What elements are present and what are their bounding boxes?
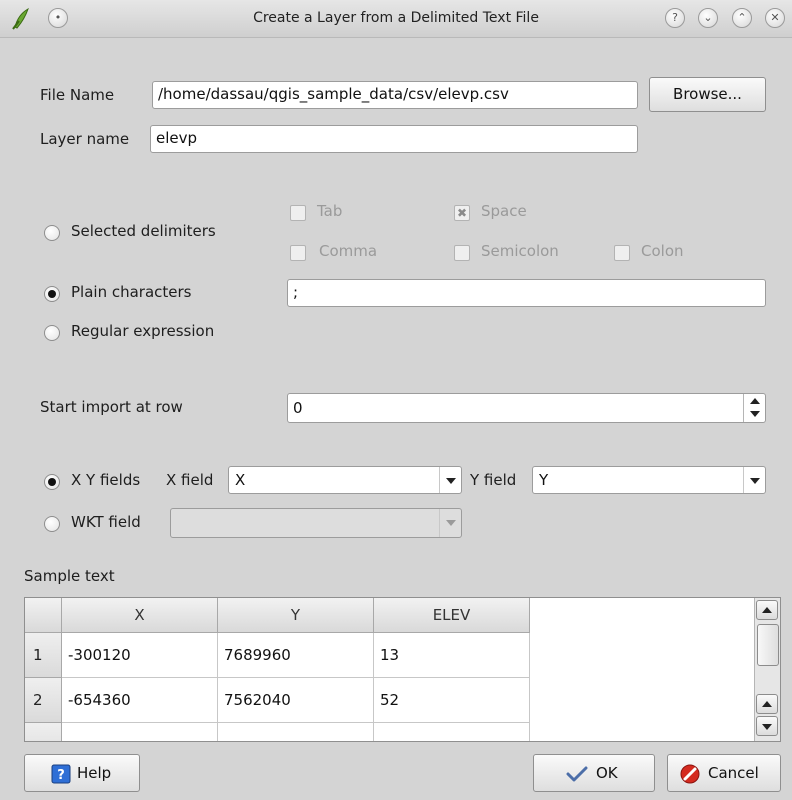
regular-expression-radio[interactable] xyxy=(44,325,60,341)
browse-button-label: Browse... xyxy=(673,85,742,103)
table-corner xyxy=(25,598,62,633)
y-field-combo[interactable]: Y xyxy=(532,466,766,494)
sample-table[interactable]: X Y ELEV 1 -300120 7689960 13 2 -654360 … xyxy=(24,597,781,742)
start-row-value: 0 xyxy=(293,399,303,417)
wkt-field-label: WKT field xyxy=(71,513,141,531)
spin-up-icon[interactable] xyxy=(744,394,765,408)
help-book-icon: ? xyxy=(51,764,71,784)
xy-fields-label: X Y fields xyxy=(71,471,141,489)
svg-text:?: ? xyxy=(57,768,65,783)
help-button-label: Help xyxy=(77,764,112,782)
table-cell[interactable] xyxy=(62,723,218,741)
comma-label: Comma xyxy=(319,242,378,260)
layer-name-field[interactable]: elevp xyxy=(150,125,638,153)
wkt-field-combo[interactable] xyxy=(170,508,462,538)
table-cell[interactable]: 52 xyxy=(374,678,530,723)
semicolon-label: Semicolon xyxy=(481,242,559,260)
sample-text-label: Sample text xyxy=(24,567,115,585)
chevron-down-icon xyxy=(439,467,461,493)
colon-label: Colon xyxy=(641,242,684,260)
x-field-label: X field xyxy=(166,471,214,489)
start-row-spinbox[interactable]: 0 xyxy=(287,393,766,423)
table-cell[interactable] xyxy=(374,723,530,741)
wkt-field-radio[interactable] xyxy=(44,516,60,532)
comma-checkbox[interactable] xyxy=(290,245,306,261)
start-row-label: Start import at row xyxy=(40,398,183,416)
title-bar: • Create a Layer from a Delimited Text F… xyxy=(0,0,792,38)
plain-characters-radio[interactable] xyxy=(44,286,60,302)
cancel-icon xyxy=(680,764,700,784)
column-header[interactable]: ELEV xyxy=(374,598,530,633)
table-cell[interactable]: -654360 xyxy=(62,678,218,723)
cancel-button-label: Cancel xyxy=(708,764,759,782)
close-button[interactable]: ✕ xyxy=(765,8,785,28)
chevron-down-icon xyxy=(439,509,461,537)
spin-down-icon[interactable] xyxy=(744,408,765,422)
x-field-combo[interactable]: X xyxy=(228,466,462,494)
checked-x-icon: ✖ xyxy=(456,206,468,220)
chevron-down-icon xyxy=(743,467,765,493)
maximize-button[interactable]: ⌃ xyxy=(732,8,752,28)
row-header[interactable] xyxy=(25,723,62,741)
scroll-down-icon[interactable] xyxy=(756,716,778,736)
browse-button[interactable]: Browse... xyxy=(649,77,766,112)
y-field-label: Y field xyxy=(470,471,517,489)
selected-delimiters-radio[interactable] xyxy=(44,225,60,241)
file-name-label: File Name xyxy=(40,86,115,104)
ok-button[interactable]: OK xyxy=(533,754,655,792)
selected-delimiters-label: Selected delimiters xyxy=(71,222,216,240)
table-cell[interactable]: -300120 xyxy=(62,633,218,678)
y-field-value: Y xyxy=(539,471,549,489)
cancel-button[interactable]: Cancel xyxy=(667,754,781,792)
help-button[interactable]: ? Help xyxy=(24,754,140,792)
colon-checkbox[interactable] xyxy=(614,245,630,261)
row-header[interactable]: 2 xyxy=(25,678,62,723)
minimize-button[interactable]: ⌄ xyxy=(698,8,718,28)
column-header[interactable]: X xyxy=(62,598,218,633)
file-name-field[interactable]: /home/dassau/qgis_sample_data/csv/elevp.… xyxy=(152,81,638,109)
layer-name-label: Layer name xyxy=(40,130,130,148)
help-icon[interactable]: ? xyxy=(665,8,685,28)
plain-characters-field[interactable]: ; xyxy=(287,279,766,307)
semicolon-checkbox[interactable] xyxy=(454,245,470,261)
x-field-value: X xyxy=(235,471,246,489)
column-header[interactable]: Y xyxy=(218,598,374,633)
scroll-up-icon[interactable] xyxy=(756,600,778,620)
tab-checkbox[interactable] xyxy=(290,205,306,221)
table-cell[interactable]: 7689960 xyxy=(218,633,374,678)
scroll-up-icon[interactable] xyxy=(756,694,778,714)
table-cell[interactable] xyxy=(218,723,374,741)
regular-expression-label: Regular expression xyxy=(71,322,215,340)
start-row-spinner[interactable] xyxy=(743,394,765,422)
checkmark-icon xyxy=(566,766,588,782)
vertical-scrollbar[interactable] xyxy=(754,598,780,741)
table-cell[interactable]: 13 xyxy=(374,633,530,678)
xy-fields-radio[interactable] xyxy=(44,474,60,490)
space-checkbox[interactable]: ✖ xyxy=(454,205,470,221)
tab-label: Tab xyxy=(317,202,343,220)
space-label: Space xyxy=(481,202,527,220)
scrollbar-thumb[interactable] xyxy=(757,624,779,666)
plain-characters-label: Plain characters xyxy=(71,283,192,301)
table-cell[interactable]: 7562040 xyxy=(218,678,374,723)
row-header[interactable]: 1 xyxy=(25,633,62,678)
ok-button-label: OK xyxy=(596,764,618,782)
